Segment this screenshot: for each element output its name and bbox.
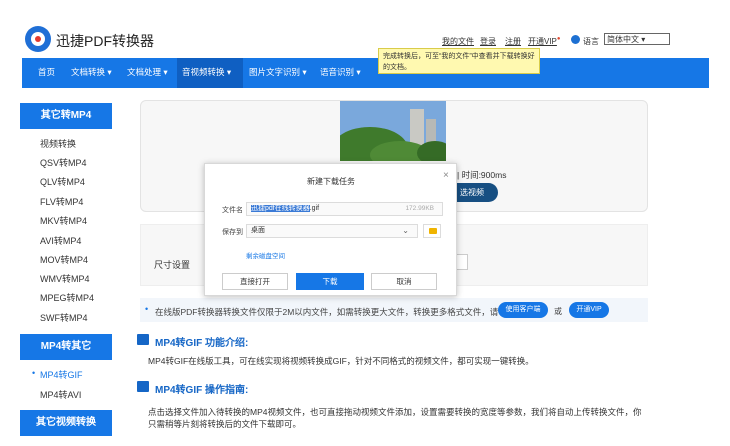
video-duration: | 时间:900ms: [457, 170, 507, 180]
nav-doc-process[interactable]: 文档处理 ▾: [127, 66, 168, 78]
language-label: 语言: [583, 37, 599, 46]
guide-text-line1: 点击选择文件加入待转换的MP4视频文件，也可直接拖动视频文件添加，设置需要转换的…: [148, 407, 642, 417]
intro-title: MP4转GIF 功能介绍:: [155, 338, 249, 349]
open-vip-button[interactable]: 开通VIP: [569, 302, 609, 318]
sidebar-item-mp4-avi[interactable]: MP4转AVI: [40, 388, 81, 401]
guide-text-line2: 只需稍等片刻将转换后的文件下载即可。: [148, 419, 302, 429]
sidebar-item-avi[interactable]: AVI转MP4: [40, 234, 81, 247]
nav-speech[interactable]: 语音识别 ▾: [320, 66, 361, 78]
sidebar-item-mpeg[interactable]: MPEG转MP4: [40, 291, 94, 304]
saveto-value: 桌面: [251, 227, 265, 234]
remaining-space-link[interactable]: 剩余磁盘空间: [246, 250, 285, 260]
size-settings-label: 尺寸设置: [154, 260, 191, 270]
nav-doc-convert[interactable]: 文档转换 ▾: [71, 66, 112, 78]
logo-dot: [35, 36, 41, 42]
download-button[interactable]: 下载: [296, 273, 364, 290]
thumbnail-image: [340, 101, 446, 161]
sidebar-item-wmv[interactable]: WMV转MP4: [40, 272, 90, 285]
chevron-down-icon: ⌄: [402, 226, 409, 235]
use-client-button[interactable]: 使用客户端: [498, 302, 548, 318]
browse-folder-button[interactable]: [423, 224, 441, 238]
logo-inner: [31, 32, 45, 46]
filename-label: 文件名: [222, 207, 243, 214]
filename-selected-text: 迅捷pdf在线转换器: [251, 205, 310, 212]
cancel-button[interactable]: 取消: [371, 273, 437, 290]
dialog-title: 新建下载任务: [307, 177, 355, 186]
brand-name: 迅捷PDF转换器: [56, 33, 154, 49]
main-nav: [22, 58, 709, 88]
filename-input[interactable]: 迅捷pdf在线转换器.gif 172.99KB: [246, 202, 443, 216]
filename-extension: .gif: [309, 205, 320, 212]
sidebar-item-qlv[interactable]: QLV转MP4: [40, 175, 85, 188]
info-bullet-icon: •: [145, 304, 149, 314]
sidebar-section-mp4-to-other[interactable]: MP4转其它: [20, 334, 112, 360]
nav-image-ocr[interactable]: 图片文字识别 ▾: [249, 66, 307, 78]
sidebar-section-other-to-mp4[interactable]: 其它转MP4: [20, 103, 112, 129]
nav-av-convert[interactable]: 音视频转换 ▾: [182, 66, 231, 78]
guide-title: MP4转GIF 操作指南:: [155, 385, 249, 396]
sidebar-item-mp4-gif[interactable]: MP4转GIF: [40, 368, 83, 381]
file-size: 172.99KB: [405, 205, 434, 212]
info-or: 或: [554, 307, 562, 316]
open-vip-link[interactable]: 开通VIP: [528, 37, 557, 46]
sidebar-section-other-video[interactable]: 其它视频转换: [20, 410, 112, 436]
open-directly-button[interactable]: 直接打开: [222, 273, 288, 290]
folder-icon: [429, 228, 437, 234]
nav-home[interactable]: 首页: [38, 66, 55, 78]
sidebar-item-video-convert[interactable]: 视频转换: [40, 137, 76, 150]
logo: [25, 26, 51, 52]
tooltip: 完成转换后，可至“我的文件”中查看并下载转换好的文档。: [378, 48, 540, 74]
sidebar-item-mov[interactable]: MOV转MP4: [40, 253, 88, 266]
saveto-select[interactable]: 桌面 ⌄: [246, 224, 418, 238]
close-icon[interactable]: ×: [443, 170, 449, 181]
intro-icon: [137, 334, 149, 345]
sidebar-item-mkv[interactable]: MKV转MP4: [40, 214, 87, 227]
sidebar-item-swf[interactable]: SWF转MP4: [40, 311, 88, 324]
video-thumbnail: [340, 101, 446, 161]
my-files-link[interactable]: 我的文件: [442, 36, 474, 47]
sidebar-item-flv[interactable]: FLV转MP4: [40, 195, 83, 208]
register-link[interactable]: 注册: [505, 36, 521, 47]
vip-badge-icon: ●: [556, 36, 561, 42]
sidebar-item-qsv[interactable]: QSV转MP4: [40, 156, 87, 169]
login-link[interactable]: 登录: [480, 36, 496, 47]
open-vip-group[interactable]: 开通VIP●: [528, 36, 561, 47]
language-select[interactable]: 简体中文 ▾: [604, 33, 670, 45]
saveto-label: 保存到: [222, 229, 243, 236]
guide-icon: [137, 381, 149, 392]
info-text: 在线版PDF转换器转换文件仅限于2M以内文件，如需转换更大文件，转换更多格式文件…: [155, 307, 499, 317]
intro-text: MP4转GIF在线版工具，可在线实现将视频转换成GIF，针对不同格式的视频文件，…: [148, 356, 534, 366]
globe-icon: [571, 35, 580, 44]
active-bullet-icon: •: [32, 368, 36, 378]
